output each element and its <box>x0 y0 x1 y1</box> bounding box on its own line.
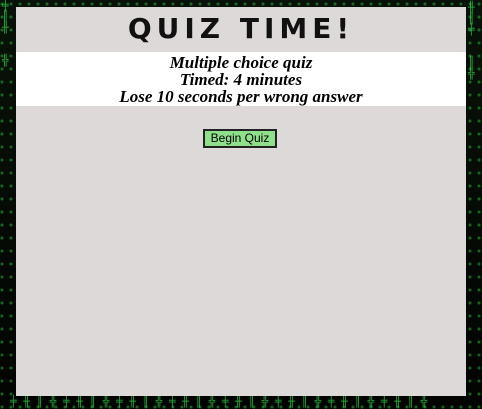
matrix-glyphs-bottom: ╪ ╫ ║ ╬ ╪ ╫ ║ ╬ ╪ ╫ ║ ╬ ╪ ╫ ║ ╬ ╪ ╫ ║ ╬ … <box>10 395 428 408</box>
matrix-glyphs-right: ╫ ║ ╪ ║ ╬ <box>468 1 475 80</box>
quiz-info-band: Multiple choice quiz Timed: 4 minutes Lo… <box>16 52 466 106</box>
quiz-panel: QUIZ TIME! Multiple choice quiz Timed: 4… <box>16 7 466 396</box>
begin-quiz-button[interactable]: Begin Quiz <box>203 129 277 148</box>
quiz-info-timer: Timed: 4 minutes <box>179 70 303 89</box>
matrix-glyphs-left: ╪ ║ ╫ ╬ <box>2 0 9 67</box>
quiz-info-penalty: Lose 10 seconds per wrong answer <box>119 87 363 106</box>
quiz-info-type: Multiple choice quiz <box>169 53 313 72</box>
page-title: QUIZ TIME! <box>127 12 355 45</box>
